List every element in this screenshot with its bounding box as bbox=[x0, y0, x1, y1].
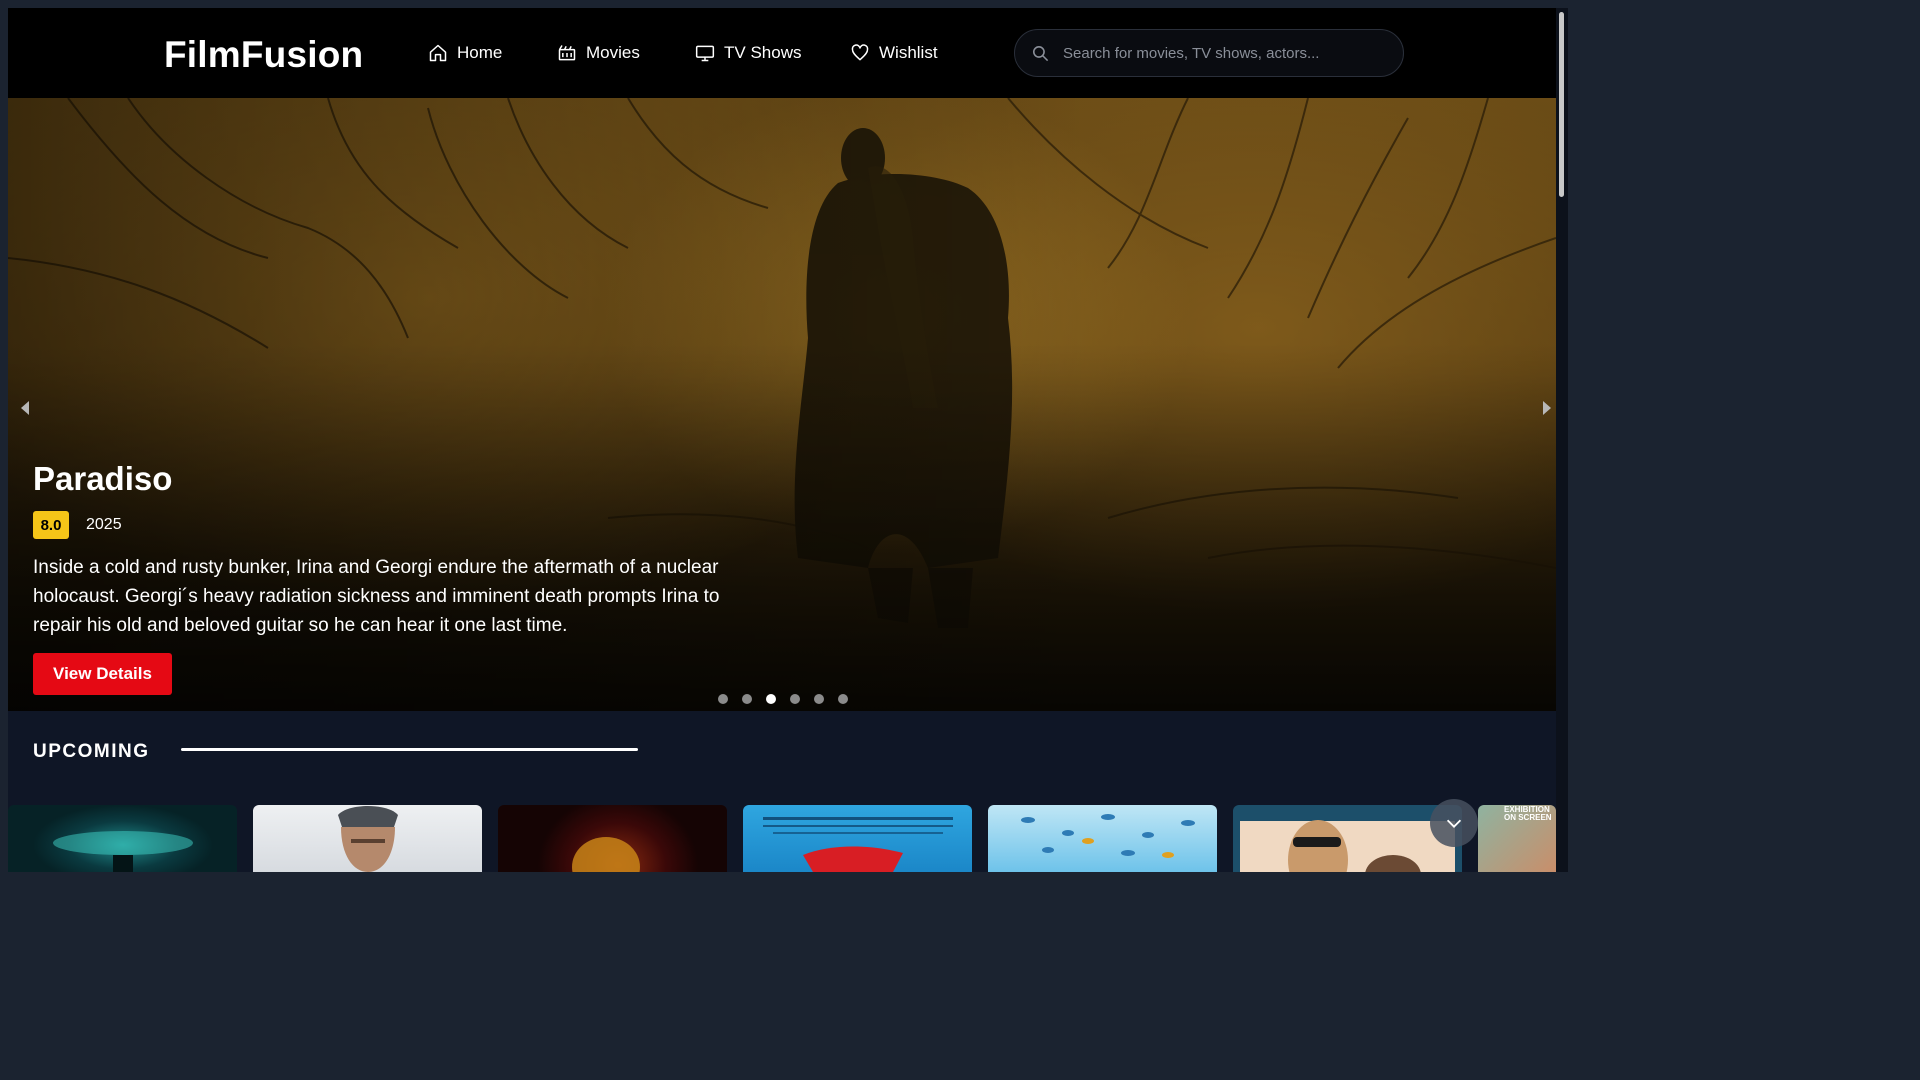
nav-movies[interactable]: Movies bbox=[557, 40, 640, 66]
carousel-dot[interactable] bbox=[718, 694, 728, 704]
nav-wishlist-label: Wishlist bbox=[879, 43, 938, 62]
nav-tv-shows-label: TV Shows bbox=[724, 43, 802, 62]
carousel-prev-arrow-icon[interactable] bbox=[16, 398, 36, 418]
poster-image bbox=[1240, 820, 1455, 872]
rating-badge: 8.0 bbox=[33, 511, 69, 539]
carousel-dot[interactable] bbox=[742, 694, 752, 704]
carousel-indicators bbox=[718, 694, 848, 704]
upcoming-card-7[interactable]: EXHIBITION ON SCREEN bbox=[1478, 805, 1556, 872]
home-icon bbox=[429, 44, 447, 62]
movie-icon bbox=[558, 45, 576, 61]
heart-icon bbox=[851, 44, 869, 61]
upcoming-card-4[interactable] bbox=[743, 805, 972, 872]
app-viewport: FilmFusion Home Movies TV Shows Wishlist bbox=[8, 8, 1556, 872]
upcoming-card-5[interactable] bbox=[988, 805, 1217, 872]
hero-title: Paradiso bbox=[33, 460, 173, 497]
scrollbar-thumb[interactable] bbox=[1559, 12, 1564, 197]
scroll-down-button[interactable] bbox=[1430, 799, 1478, 847]
top-navbar: FilmFusion Home Movies TV Shows Wishlist bbox=[8, 8, 1556, 98]
section-divider bbox=[181, 748, 638, 751]
poster-image bbox=[572, 837, 640, 872]
release-year: 2025 bbox=[86, 516, 122, 533]
nav-home-label: Home bbox=[457, 43, 503, 62]
site-logo[interactable]: FilmFusion bbox=[164, 34, 363, 76]
nav-tv-shows[interactable]: TV Shows bbox=[695, 40, 801, 66]
nav-movies-label: Movies bbox=[586, 43, 640, 62]
upcoming-card-3[interactable] bbox=[498, 805, 727, 872]
upcoming-card-6[interactable] bbox=[1233, 805, 1462, 872]
hero-description: Inside a cold and rusty bunker, Irina an… bbox=[33, 557, 720, 636]
carousel-dot-active[interactable] bbox=[766, 694, 776, 704]
nav-wishlist[interactable]: Wishlist bbox=[850, 40, 938, 66]
chevron-down-icon bbox=[1446, 819, 1462, 828]
carousel-dot[interactable] bbox=[790, 694, 800, 704]
nav-home[interactable]: Home bbox=[428, 40, 502, 66]
poster-image bbox=[53, 831, 193, 872]
search-bar[interactable] bbox=[1014, 29, 1404, 77]
search-icon bbox=[1032, 45, 1049, 62]
poster-image bbox=[1021, 814, 1195, 858]
poster-image bbox=[763, 817, 953, 872]
search-input[interactable] bbox=[1063, 30, 1393, 76]
poster-caption: EXHIBITION ON SCREEN bbox=[1504, 805, 1552, 822]
upcoming-card-2[interactable] bbox=[253, 805, 482, 872]
upcoming-card-1[interactable] bbox=[8, 805, 237, 872]
view-details-button[interactable]: View Details bbox=[33, 653, 172, 695]
tv-icon bbox=[695, 45, 715, 62]
carousel-next-arrow-icon[interactable] bbox=[1536, 398, 1556, 418]
carousel-dot[interactable] bbox=[814, 694, 824, 704]
poster-image bbox=[338, 806, 398, 872]
carousel-dot[interactable] bbox=[838, 694, 848, 704]
section-title-upcoming: UPCOMING bbox=[33, 741, 150, 762]
page-scrollbar[interactable] bbox=[1556, 8, 1568, 872]
hero-carousel: Paradiso 8.0 2025 Inside a cold and rust… bbox=[8, 98, 1556, 711]
